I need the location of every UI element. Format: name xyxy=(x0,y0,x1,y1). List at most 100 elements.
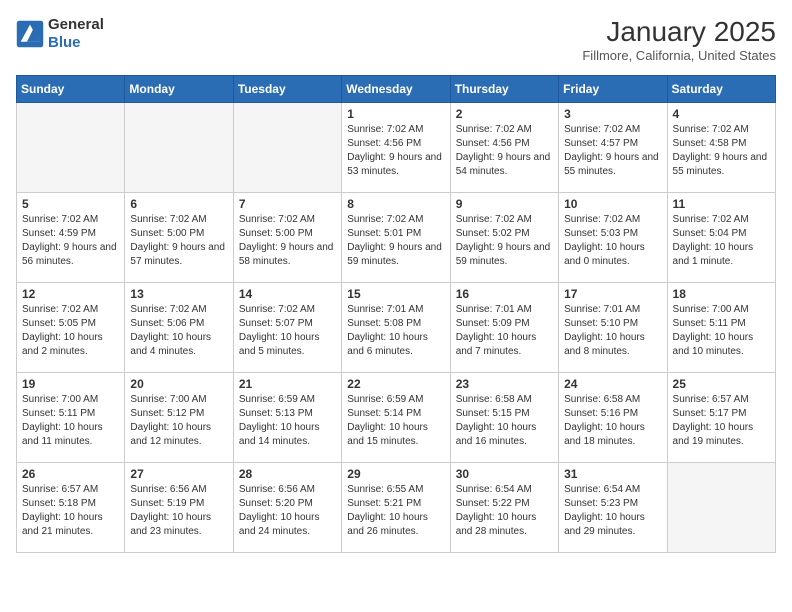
day-info: Sunrise: 6:59 AM Sunset: 5:13 PM Dayligh… xyxy=(239,393,336,449)
day-number: 3 xyxy=(564,107,661,121)
day-number: 8 xyxy=(347,197,444,211)
calendar-cell: 14 Sunrise: 7:02 AM Sunset: 5:07 PM Dayli… xyxy=(233,283,341,373)
week-row: 1 Sunrise: 7:02 AM Sunset: 4:56 PM Daylig… xyxy=(17,103,776,193)
week-row: 26 Sunrise: 6:57 AM Sunset: 5:18 PM Dayli… xyxy=(17,463,776,553)
day-info: Sunrise: 7:00 AM Sunset: 5:12 PM Dayligh… xyxy=(130,393,227,449)
weekday-header: Sunday xyxy=(17,76,125,103)
day-info: Sunrise: 7:01 AM Sunset: 5:09 PM Dayligh… xyxy=(456,303,553,359)
day-number: 13 xyxy=(130,287,227,301)
day-info: Sunrise: 7:02 AM Sunset: 5:04 PM Dayligh… xyxy=(673,213,770,269)
day-number: 4 xyxy=(673,107,770,121)
calendar-cell: 12 Sunrise: 7:02 AM Sunset: 5:05 PM Dayli… xyxy=(17,283,125,373)
logo: General Blue xyxy=(16,16,104,52)
day-info: Sunrise: 6:58 AM Sunset: 5:16 PM Dayligh… xyxy=(564,393,661,449)
calendar-cell xyxy=(125,103,233,193)
day-number: 30 xyxy=(456,467,553,481)
week-row: 5 Sunrise: 7:02 AM Sunset: 4:59 PM Daylig… xyxy=(17,193,776,283)
day-number: 17 xyxy=(564,287,661,301)
day-number: 16 xyxy=(456,287,553,301)
calendar-cell: 30Sunrise: 6:54 AM Sunset: 5:22 PM Dayli… xyxy=(450,463,558,553)
weekday-header-row: SundayMondayTuesdayWednesdayThursdayFrid… xyxy=(17,76,776,103)
calendar-cell: 5 Sunrise: 7:02 AM Sunset: 4:59 PM Daylig… xyxy=(17,193,125,283)
day-number: 22 xyxy=(347,377,444,391)
day-number: 18 xyxy=(673,287,770,301)
calendar-cell: 7Sunrise: 7:02 AM Sunset: 5:00 PM Daylig… xyxy=(233,193,341,283)
day-info: Sunrise: 7:02 AM Sunset: 5:03 PM Dayligh… xyxy=(564,213,661,269)
day-info: Sunrise: 7:01 AM Sunset: 5:08 PM Dayligh… xyxy=(347,303,444,359)
calendar-cell: 10 Sunrise: 7:02 AM Sunset: 5:03 PM Dayli… xyxy=(559,193,667,283)
day-info: Sunrise: 7:00 AM Sunset: 5:11 PM Dayligh… xyxy=(22,393,119,449)
logo-blue: Blue xyxy=(48,34,81,51)
calendar-cell: 20 Sunrise: 7:00 AM Sunset: 5:12 PM Dayli… xyxy=(125,373,233,463)
day-number: 21 xyxy=(239,377,336,391)
calendar-cell: 21 Sunrise: 6:59 AM Sunset: 5:13 PM Dayli… xyxy=(233,373,341,463)
logo-general: General xyxy=(48,16,104,33)
day-info: Sunrise: 7:02 AM Sunset: 5:07 PM Dayligh… xyxy=(239,303,336,359)
week-row: 12 Sunrise: 7:02 AM Sunset: 5:05 PM Dayli… xyxy=(17,283,776,373)
calendar-cell xyxy=(667,463,775,553)
day-number: 15 xyxy=(347,287,444,301)
day-info: Sunrise: 7:01 AM Sunset: 5:10 PM Dayligh… xyxy=(564,303,661,359)
day-info: Sunrise: 6:57 AM Sunset: 5:18 PM Dayligh… xyxy=(22,483,119,539)
calendar-cell: 31 Sunrise: 6:54 AM Sunset: 5:23 PM Dayli… xyxy=(559,463,667,553)
day-info: Sunrise: 7:02 AM Sunset: 5:02 PM Dayligh… xyxy=(456,213,553,269)
day-number: 31 xyxy=(564,467,661,481)
calendar-cell: 28Sunrise: 6:56 AM Sunset: 5:20 PM Dayli… xyxy=(233,463,341,553)
title-block: January 2025 Fillmore, California, Unite… xyxy=(582,16,776,63)
weekday-header: Thursday xyxy=(450,76,558,103)
page-header: General Blue January 2025 Fillmore, Cali… xyxy=(16,16,776,63)
day-info: Sunrise: 6:58 AM Sunset: 5:15 PM Dayligh… xyxy=(456,393,553,449)
calendar-cell: 6 Sunrise: 7:02 AM Sunset: 5:00 PM Daylig… xyxy=(125,193,233,283)
day-info: Sunrise: 7:02 AM Sunset: 4:59 PM Dayligh… xyxy=(22,213,119,269)
calendar-cell: 18Sunrise: 7:00 AM Sunset: 5:11 PM Dayli… xyxy=(667,283,775,373)
month-title: January 2025 xyxy=(582,16,776,48)
day-info: Sunrise: 6:59 AM Sunset: 5:14 PM Dayligh… xyxy=(347,393,444,449)
day-number: 23 xyxy=(456,377,553,391)
weekday-header: Saturday xyxy=(667,76,775,103)
day-number: 26 xyxy=(22,467,119,481)
day-number: 1 xyxy=(347,107,444,121)
day-info: Sunrise: 7:02 AM Sunset: 4:56 PM Dayligh… xyxy=(347,123,444,179)
calendar-cell: 27 Sunrise: 6:56 AM Sunset: 5:19 PM Dayli… xyxy=(125,463,233,553)
day-number: 25 xyxy=(673,377,770,391)
calendar-cell: 2Sunrise: 7:02 AM Sunset: 4:56 PM Daylig… xyxy=(450,103,558,193)
day-number: 27 xyxy=(130,467,227,481)
day-info: Sunrise: 6:54 AM Sunset: 5:23 PM Dayligh… xyxy=(564,483,661,539)
day-number: 14 xyxy=(239,287,336,301)
calendar-cell: 15 Sunrise: 7:01 AM Sunset: 5:08 PM Dayli… xyxy=(342,283,450,373)
day-info: Sunrise: 6:56 AM Sunset: 5:19 PM Dayligh… xyxy=(130,483,227,539)
calendar: SundayMondayTuesdayWednesdayThursdayFrid… xyxy=(16,75,776,553)
day-info: Sunrise: 7:02 AM Sunset: 4:57 PM Dayligh… xyxy=(564,123,661,179)
calendar-cell: 24Sunrise: 6:58 AM Sunset: 5:16 PM Dayli… xyxy=(559,373,667,463)
calendar-cell xyxy=(233,103,341,193)
location: Fillmore, California, United States xyxy=(582,48,776,63)
calendar-cell: 4Sunrise: 7:02 AM Sunset: 4:58 PM Daylig… xyxy=(667,103,775,193)
day-info: Sunrise: 7:02 AM Sunset: 5:00 PM Dayligh… xyxy=(130,213,227,269)
day-number: 20 xyxy=(130,377,227,391)
calendar-cell: 19 Sunrise: 7:00 AM Sunset: 5:11 PM Dayli… xyxy=(17,373,125,463)
calendar-cell: 25 Sunrise: 6:57 AM Sunset: 5:17 PM Dayli… xyxy=(667,373,775,463)
day-number: 19 xyxy=(22,377,119,391)
calendar-cell: 16 Sunrise: 7:01 AM Sunset: 5:09 PM Dayli… xyxy=(450,283,558,373)
day-info: Sunrise: 7:02 AM Sunset: 5:06 PM Dayligh… xyxy=(130,303,227,359)
day-number: 28 xyxy=(239,467,336,481)
weekday-header: Tuesday xyxy=(233,76,341,103)
weekday-header: Monday xyxy=(125,76,233,103)
day-number: 10 xyxy=(564,197,661,211)
day-number: 11 xyxy=(673,197,770,211)
calendar-cell: 26 Sunrise: 6:57 AM Sunset: 5:18 PM Dayli… xyxy=(17,463,125,553)
day-info: Sunrise: 7:02 AM Sunset: 5:05 PM Dayligh… xyxy=(22,303,119,359)
calendar-cell: 29Sunrise: 6:55 AM Sunset: 5:21 PM Dayli… xyxy=(342,463,450,553)
calendar-cell: 13 Sunrise: 7:02 AM Sunset: 5:06 PM Dayli… xyxy=(125,283,233,373)
day-number: 12 xyxy=(22,287,119,301)
day-number: 6 xyxy=(130,197,227,211)
day-info: Sunrise: 6:57 AM Sunset: 5:17 PM Dayligh… xyxy=(673,393,770,449)
calendar-cell: 9Sunrise: 7:02 AM Sunset: 5:02 PM Daylig… xyxy=(450,193,558,283)
day-number: 5 xyxy=(22,197,119,211)
calendar-cell: 23 Sunrise: 6:58 AM Sunset: 5:15 PM Dayli… xyxy=(450,373,558,463)
calendar-cell: 11 Sunrise: 7:02 AM Sunset: 5:04 PM Dayli… xyxy=(667,193,775,283)
week-row: 19 Sunrise: 7:00 AM Sunset: 5:11 PM Dayli… xyxy=(17,373,776,463)
day-info: Sunrise: 7:02 AM Sunset: 5:01 PM Dayligh… xyxy=(347,213,444,269)
day-info: Sunrise: 7:02 AM Sunset: 5:00 PM Dayligh… xyxy=(239,213,336,269)
day-number: 29 xyxy=(347,467,444,481)
